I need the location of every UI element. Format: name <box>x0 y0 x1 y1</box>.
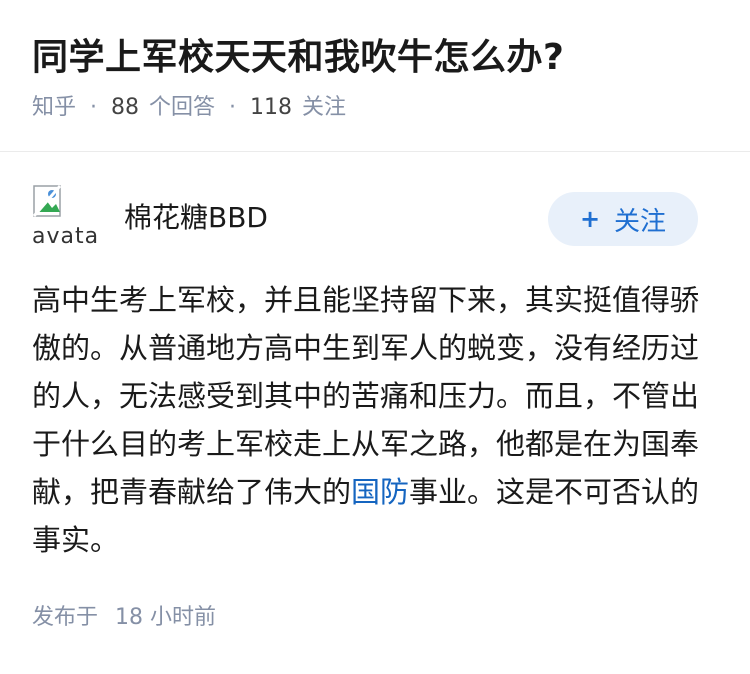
meta-separator: · <box>90 95 98 120</box>
follow-count: 118 <box>250 95 293 120</box>
source-label[interactable]: 知乎 <box>32 92 76 124</box>
author-name[interactable]: 棉花糖BBD <box>124 200 268 236</box>
follow-button-label: 关注 <box>614 206 667 237</box>
page: 同学上军校天天和我吹牛怎么办? 知乎 · 88 个回答 · 118 关注 ava… <box>0 0 750 674</box>
answer-content: 高中生考上军校，并且能坚持留下来，其实挺值得骄傲的。从普通地方高中生到军人的蜕变… <box>32 276 718 564</box>
avatar[interactable]: avatar <box>32 184 100 252</box>
plus-icon: + <box>579 205 601 233</box>
answer-count-label: 个回答 <box>149 95 216 120</box>
meta-separator: · <box>229 95 237 120</box>
answer-card: avatar 棉花糖BBD + 关注 高中生考上军校，并且能坚持留下来，其实挺值… <box>0 152 750 630</box>
question-meta: 知乎 · 88 个回答 · 118 关注 <box>32 92 718 124</box>
answer-count: 88 <box>111 95 140 120</box>
question-header: 同学上军校天天和我吹牛怎么办? 知乎 · 88 个回答 · 118 关注 <box>0 0 750 120</box>
author-row: avatar 棉花糖BBD + 关注 <box>32 152 718 262</box>
published-time-unit: 小时前 <box>150 605 217 630</box>
follow-button[interactable]: + 关注 <box>548 192 698 246</box>
question-title[interactable]: 同学上军校天天和我吹牛怎么办? <box>32 34 718 82</box>
follow-count-label: 关注 <box>302 95 347 120</box>
published-label: 发布于 <box>32 605 99 630</box>
topic-link-guofang[interactable]: 国防 <box>351 475 409 509</box>
answer-footer: 发布于 18 小时前 <box>32 603 216 633</box>
avatar-alt-text: avatar <box>32 224 100 249</box>
published-time-value: 18 <box>115 605 144 630</box>
